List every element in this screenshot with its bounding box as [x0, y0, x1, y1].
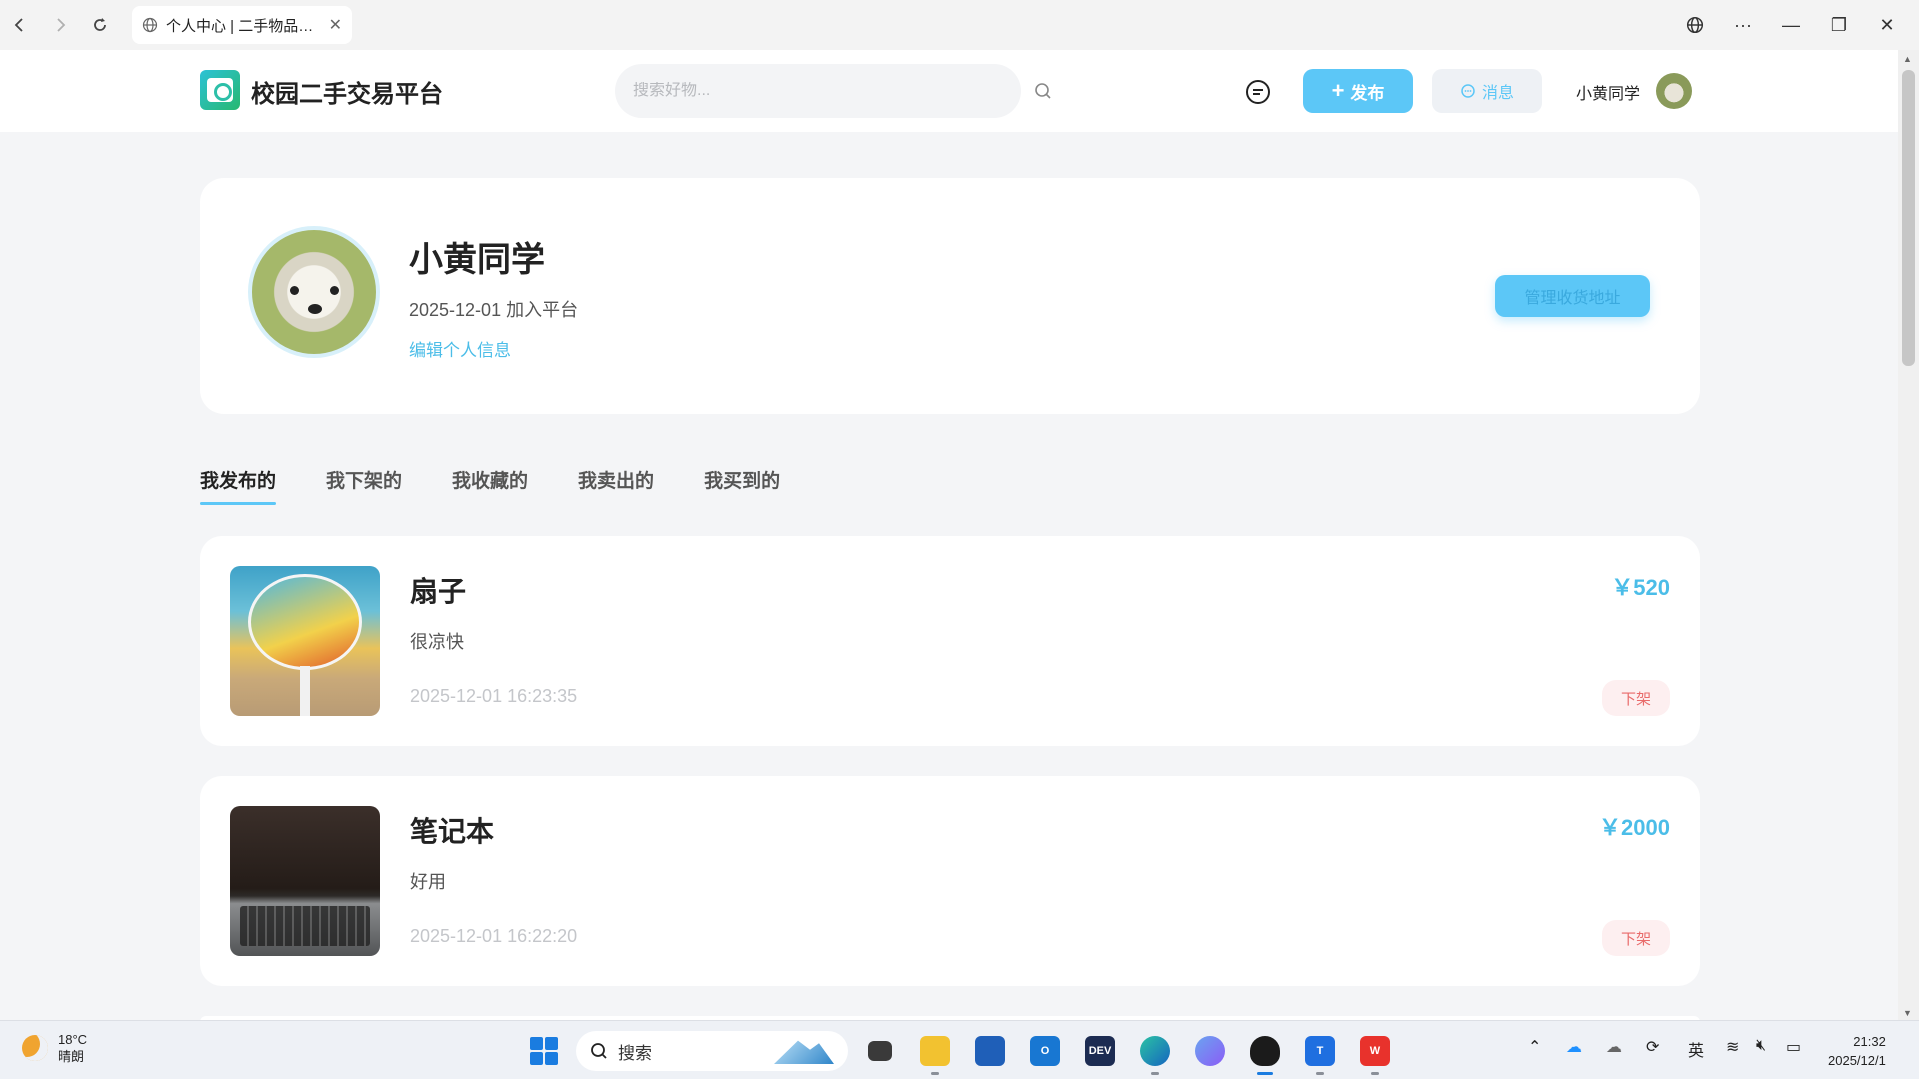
windows-taskbar: 18°C 晴朗 搜索 O DEV T W ⌃ ☁ ☁ ⟳ 英 ≋ 🔇︎ ▭ 21… [0, 1020, 1919, 1079]
clock-date: 2025/12/1 [1828, 1053, 1886, 1068]
forward-button[interactable] [40, 5, 80, 45]
ime-indicator[interactable]: 英 [1688, 1037, 1704, 1061]
store-icon[interactable] [970, 1031, 1010, 1071]
remove-listing-button[interactable]: 下架 [1602, 680, 1670, 716]
qq-icon[interactable] [1245, 1031, 1285, 1075]
clock-time: 21:32 [1853, 1034, 1886, 1049]
browser-toolbar: 个人中心 | 二手物品… ✕ ··· — ❐ ✕ [0, 0, 1919, 50]
list-item[interactable]: 扇子 很凉快 2025-12-01 16:23:35 ￥520 下架 [200, 536, 1700, 746]
outlook-icon[interactable]: O [1025, 1031, 1065, 1071]
more-icon[interactable]: ··· [1721, 5, 1765, 45]
file-explorer-icon[interactable] [915, 1031, 955, 1075]
translate-button[interactable] [1673, 5, 1717, 45]
tab-favorites[interactable]: 我收藏的 [452, 466, 528, 505]
window-close-icon[interactable]: ✕ [1865, 5, 1909, 45]
back-button[interactable] [0, 5, 40, 45]
item-title[interactable]: 笔记本 [410, 810, 494, 850]
item-title[interactable]: 扇子 [410, 570, 466, 610]
weather-temp: 18°C [58, 1032, 88, 1047]
messages-button[interactable]: 消息 [1432, 69, 1542, 113]
site-title[interactable]: 校园二手交易平台 [251, 74, 443, 109]
avatar-eye [330, 286, 339, 295]
manage-address-button[interactable]: 管理收货地址 [1495, 275, 1650, 317]
browser-tab[interactable]: 个人中心 | 二手物品… ✕ [132, 6, 352, 44]
chevron-right-icon [57, 18, 66, 32]
publish-label: 发布 [1350, 83, 1385, 103]
globe-icon [1686, 16, 1704, 34]
moon-icon [22, 1035, 48, 1061]
reload-button[interactable] [80, 5, 120, 45]
tab-bought[interactable]: 我买到的 [704, 466, 780, 505]
message-icon [1461, 84, 1475, 98]
mountain-icon [774, 1040, 834, 1064]
tab-sold[interactable]: 我卖出的 [578, 466, 654, 505]
page-scrollbar[interactable]: ▲ ▼ [1898, 50, 1919, 1020]
item-price: ￥2000 [1599, 815, 1670, 840]
settings-app-icon[interactable] [1190, 1031, 1230, 1071]
task-view-icon[interactable] [860, 1031, 900, 1071]
taskbar-search[interactable]: 搜索 [576, 1031, 848, 1071]
avatar-nose [308, 304, 322, 314]
search-icon[interactable] [1034, 82, 1052, 100]
typing-app-icon[interactable]: T [1300, 1031, 1340, 1075]
item-price: ￥520 [1611, 575, 1670, 600]
weather-widget[interactable]: 18°C 晴朗 [22, 1031, 87, 1065]
item-timestamp: 2025-12-01 16:23:35 [410, 686, 578, 706]
search-box [615, 64, 1021, 118]
plus-icon: + [1331, 78, 1345, 103]
edge-icon[interactable] [1135, 1031, 1175, 1075]
search-icon [591, 1043, 607, 1059]
globe-icon [142, 17, 158, 33]
close-icon[interactable]: ✕ [329, 15, 342, 35]
tab-title: 个人中心 | 二手物品… [166, 17, 314, 35]
wps-icon[interactable]: W [1355, 1031, 1395, 1075]
volume-muted-icon[interactable]: 🔇︎ [1756, 1037, 1766, 1055]
item-image[interactable] [230, 806, 380, 956]
cloud-icon[interactable]: ☁ [1606, 1037, 1622, 1057]
search-input[interactable] [633, 82, 1003, 100]
minimize-icon[interactable]: — [1769, 5, 1813, 45]
site-header: 校园二手交易平台 + 发布 消息 小黄同学 [0, 50, 1898, 132]
scroll-down-icon[interactable]: ▼ [1903, 1008, 1912, 1018]
profile-card: 小黄同学 2025-12-01 加入平台 编辑个人信息 管理收货地址 [200, 178, 1700, 414]
messages-label: 消息 [1481, 85, 1514, 102]
profile-tabs: 我发布的 我下架的 我收藏的 我卖出的 我买到的 [200, 466, 780, 505]
scroll-up-icon[interactable]: ▲ [1903, 54, 1912, 64]
reload-icon [94, 18, 106, 31]
weather-desc: 晴朗 [58, 1049, 85, 1064]
publish-button[interactable]: + 发布 [1303, 69, 1413, 113]
tray-expand-icon[interactable]: ⌃ [1528, 1037, 1541, 1057]
sync-icon[interactable]: ⟳ [1646, 1037, 1659, 1057]
tab-published[interactable]: 我发布的 [200, 466, 277, 505]
header-user-name[interactable]: 小黄同学 [1576, 80, 1640, 104]
onedrive-icon[interactable]: ☁ [1566, 1037, 1582, 1057]
item-description: 好用 [410, 872, 446, 892]
avatar-eye [290, 286, 299, 295]
edit-profile-link[interactable]: 编辑个人信息 [409, 336, 511, 361]
system-clock[interactable]: 21:32 2025/12/1 [1828, 1032, 1886, 1070]
item-description: 很凉快 [410, 632, 464, 652]
remove-listing-button[interactable]: 下架 [1602, 920, 1670, 956]
avatar[interactable] [1656, 73, 1692, 109]
wifi-icon[interactable]: ≋ [1726, 1037, 1739, 1057]
item-image[interactable] [230, 566, 380, 716]
restore-icon[interactable]: ❐ [1817, 5, 1861, 45]
profile-name: 小黄同学 [409, 241, 545, 279]
list-item[interactable]: 笔记本 好用 2025-12-01 16:22:20 ￥2000 下架 [200, 776, 1700, 986]
chat-icon[interactable] [1244, 78, 1272, 106]
site-logo[interactable] [200, 70, 240, 110]
tab-removed[interactable]: 我下架的 [326, 466, 402, 505]
chevron-left-icon [14, 18, 23, 32]
battery-icon[interactable]: ▭ [1786, 1037, 1801, 1057]
dev-home-icon[interactable]: DEV [1080, 1031, 1120, 1071]
taskbar-search-label: 搜索 [618, 1043, 652, 1063]
profile-joined-date: 2025-12-01 加入平台 [409, 300, 579, 320]
scrollbar-thumb[interactable] [1902, 70, 1915, 366]
profile-avatar [248, 226, 380, 358]
start-icon[interactable] [530, 1037, 558, 1065]
item-timestamp: 2025-12-01 16:22:20 [410, 926, 578, 946]
